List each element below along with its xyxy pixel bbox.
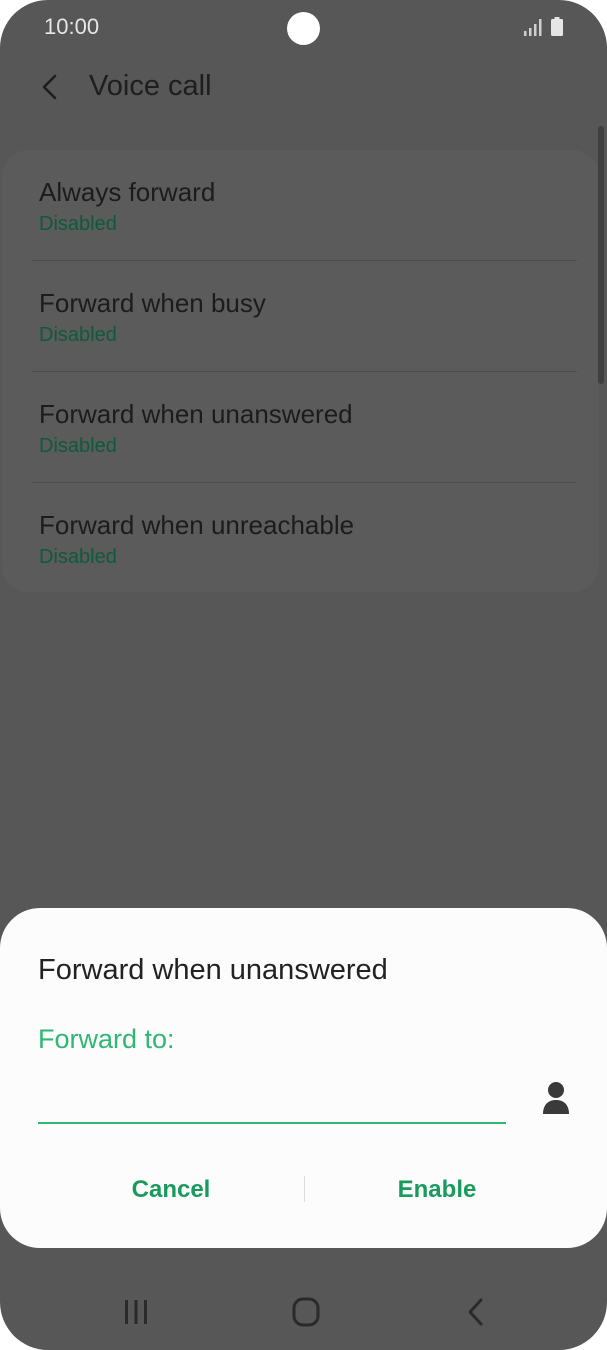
list-item-status: Disabled [39, 546, 117, 568]
dialog-title: Forward when unanswered [38, 954, 388, 986]
list-item-forward-when-unanswered[interactable]: Forward when unanswered Disabled [2, 372, 599, 482]
status-bar: 10:00 [0, 0, 607, 56]
contact-icon[interactable] [540, 1080, 572, 1116]
cancel-button[interactable]: Cancel [36, 1166, 306, 1214]
forward-to-label: Forward to: [38, 1024, 175, 1054]
status-time: 10:00 [44, 14, 100, 39]
list-item-always-forward[interactable]: Always forward Disabled [2, 150, 599, 260]
forward-dialog: Forward when unanswered Forward to: Canc… [0, 908, 607, 1248]
recent-apps-icon[interactable] [108, 1290, 164, 1334]
front-camera [287, 12, 320, 45]
list-item-label: Forward when unreachable [39, 510, 355, 540]
list-item-forward-when-unreachable[interactable]: Forward when unreachable Disabled [2, 483, 599, 593]
forward-number-input[interactable] [38, 1078, 506, 1124]
battery-icon [551, 17, 563, 36]
list-item-status: Disabled [39, 213, 117, 235]
app-header: Voice call [0, 60, 607, 116]
home-icon[interactable] [278, 1290, 334, 1334]
list-item-forward-when-busy[interactable]: Forward when busy Disabled [2, 261, 599, 371]
list-item-status: Disabled [39, 324, 117, 346]
navigation-bar [0, 1280, 607, 1346]
list-item-label: Forward when unanswered [39, 399, 353, 429]
forwarding-options-list: Always forward Disabled Forward when bus… [2, 150, 599, 592]
back-icon[interactable] [448, 1290, 504, 1334]
scrollbar[interactable] [598, 126, 604, 384]
page-title: Voice call [89, 70, 212, 102]
signal-icon [524, 19, 542, 36]
phone-screen: 10:00 Voice call Always forward Disabled… [0, 0, 607, 1350]
list-item-label: Forward when busy [39, 288, 266, 318]
back-arrow-icon[interactable] [36, 70, 64, 106]
enable-button[interactable]: Enable [302, 1166, 572, 1214]
list-item-status: Disabled [39, 435, 117, 457]
list-item-label: Always forward [39, 177, 216, 207]
